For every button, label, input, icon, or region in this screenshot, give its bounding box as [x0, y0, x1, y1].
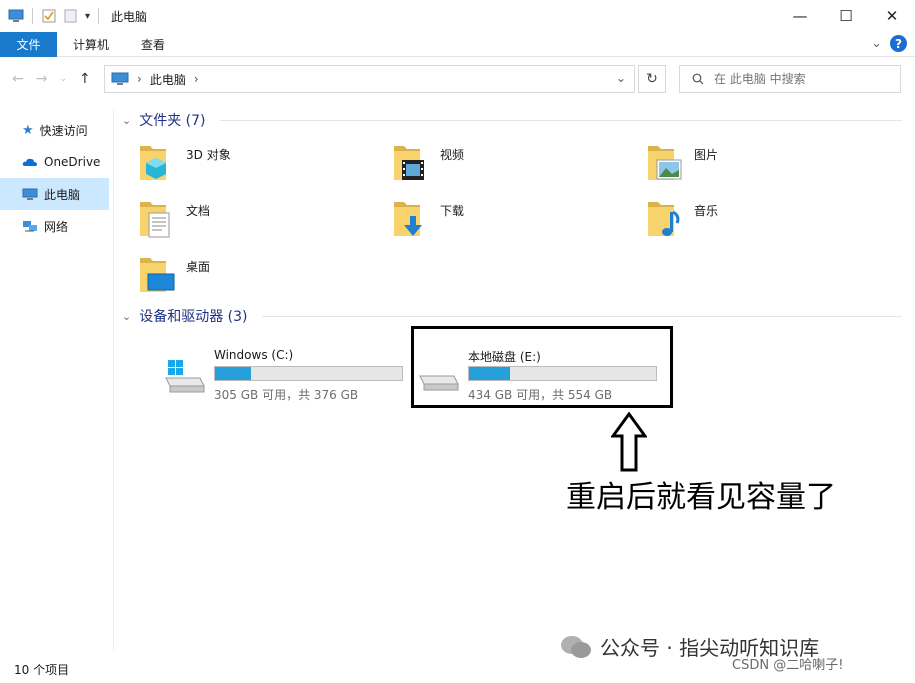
group-title: 文件夹 (7)	[139, 113, 206, 129]
computer-icon	[8, 9, 24, 22]
nav-item-this-pc[interactable]: 此电脑	[0, 178, 109, 210]
folder-label: 桌面	[186, 260, 211, 274]
nav-item-label: 快速访问	[39, 123, 88, 138]
drives-group-header[interactable]: ⌄ 设备和驱动器 (3)	[116, 304, 902, 328]
navigation-buttons: ← → ⌄ ↑	[0, 71, 91, 87]
documents-folder-icon	[140, 202, 170, 238]
folder-downloads[interactable]: 下载	[370, 196, 610, 246]
folder-videos[interactable]: 视频	[370, 140, 610, 190]
folder-label: 文档	[186, 204, 211, 218]
ribbon-right: ⌄ ?	[871, 35, 907, 52]
nav-item-network[interactable]: 网络	[0, 210, 113, 242]
new-folder-icon[interactable]	[63, 9, 79, 23]
close-button[interactable]: ✕	[869, 0, 915, 32]
folder-documents[interactable]: 文档	[116, 196, 356, 246]
drive-usage-fill	[215, 367, 251, 380]
folder-pictures[interactable]: 图片	[624, 140, 864, 190]
downloads-folder-icon	[394, 202, 422, 236]
title-bar: ▾ 此电脑 — ☐ ✕	[0, 0, 915, 32]
window-title: 此电脑	[111, 9, 148, 24]
search-icon	[692, 73, 704, 85]
nav-item-label: 此电脑	[44, 187, 81, 202]
breadcrumb-chevron-icon[interactable]: ›	[194, 72, 199, 86]
star-icon: ★	[22, 122, 34, 138]
breadcrumb-chevron-icon[interactable]: ›	[137, 72, 142, 86]
nav-item-label: OneDrive	[44, 155, 101, 169]
refresh-icon: ↻	[646, 71, 658, 87]
address-row: ← → ⌄ ↑ › 此电脑 › ⌄ ↻	[0, 58, 915, 100]
nav-item-label: 网络	[44, 219, 69, 234]
folder-label: 视频	[440, 148, 465, 162]
folder-label: 图片	[694, 148, 719, 162]
toolbar-separator	[98, 8, 100, 24]
annotation-caption: 重启后就看见容量了	[566, 480, 836, 515]
csdn-watermark: CSDN @二哈喇子!	[732, 658, 844, 673]
refresh-button[interactable]: ↻	[638, 65, 666, 93]
tab-computer[interactable]: 计算机	[57, 32, 125, 57]
drive-c[interactable]: Windows (C:) 305 GB 可用，共 376 GB	[162, 348, 422, 408]
navigation-pane: ★ 快速访问 OneDrive 此电脑 网络	[0, 110, 114, 650]
folder-label: 下载	[440, 204, 465, 218]
tab-file[interactable]: 文件	[0, 31, 57, 57]
nav-item-onedrive[interactable]: OneDrive	[0, 146, 113, 178]
group-title: 设备和驱动器 (3)	[139, 309, 248, 325]
drive-usage-bar	[214, 366, 403, 381]
breadcrumb-this-pc[interactable]: 此电脑	[150, 71, 186, 88]
computer-icon	[111, 72, 129, 85]
forward-arrow-icon[interactable]: →	[36, 71, 48, 87]
pictures-folder-icon	[648, 146, 682, 180]
windows-drive-icon	[165, 360, 205, 393]
nav-item-quick-access[interactable]: ★ 快速访问	[0, 114, 113, 146]
window-controls: — ☐ ✕	[777, 0, 915, 32]
folder-label: 音乐	[694, 204, 719, 218]
drive-label: Windows (C:)	[214, 348, 294, 362]
drive-space-text: 305 GB 可用，共 376 GB	[214, 388, 359, 402]
expand-ribbon-chevron-icon[interactable]: ⌄	[871, 36, 882, 51]
back-arrow-icon[interactable]: ←	[12, 71, 24, 87]
wechat-logo-icon	[561, 635, 591, 658]
desktop-folder-icon	[140, 258, 175, 292]
toolbar-separator	[32, 8, 33, 24]
folder-3d-objects[interactable]: 3D 对象	[116, 140, 356, 190]
group-collapse-chevron-icon[interactable]: ⌄	[116, 310, 131, 323]
network-icon	[23, 220, 37, 231]
folders-group-header[interactable]: ⌄ 文件夹 (7)	[116, 108, 902, 132]
address-dropdown-chevron-icon[interactable]: ⌄	[616, 71, 626, 85]
quick-access-toolbar: ▾	[0, 8, 101, 24]
music-folder-icon	[648, 202, 680, 236]
computer-icon	[22, 188, 38, 200]
folder-label: 3D 对象	[186, 148, 231, 162]
minimize-button[interactable]: —	[777, 0, 823, 32]
3d-objects-folder-icon	[140, 146, 166, 180]
group-divider	[261, 315, 902, 317]
customize-toolbar-icon[interactable]: ▾	[85, 11, 90, 22]
videos-folder-icon	[394, 146, 424, 180]
group-collapse-chevron-icon[interactable]: ⌄	[116, 114, 131, 127]
up-arrow-annotation-icon	[611, 412, 647, 472]
help-button[interactable]: ?	[890, 35, 907, 52]
annotation-highlight-box	[411, 326, 673, 408]
address-bar[interactable]: › 此电脑 › ⌄	[104, 65, 635, 93]
search-input[interactable]	[714, 72, 884, 86]
search-box[interactable]	[679, 65, 901, 93]
tab-view[interactable]: 查看	[125, 32, 181, 57]
folder-desktop[interactable]: 桌面	[116, 252, 356, 302]
properties-icon[interactable]	[41, 9, 57, 23]
maximize-button[interactable]: ☐	[823, 0, 869, 32]
ribbon-tabs: 文件 计算机 查看 ⌄ ?	[0, 31, 915, 57]
folder-music[interactable]: 音乐	[624, 196, 864, 246]
group-divider	[219, 119, 902, 121]
item-count: 10 个项目	[14, 662, 70, 677]
up-arrow-icon[interactable]: ↑	[79, 71, 91, 87]
recent-locations-chevron-icon[interactable]: ⌄	[59, 74, 67, 84]
cloud-icon	[22, 158, 37, 166]
